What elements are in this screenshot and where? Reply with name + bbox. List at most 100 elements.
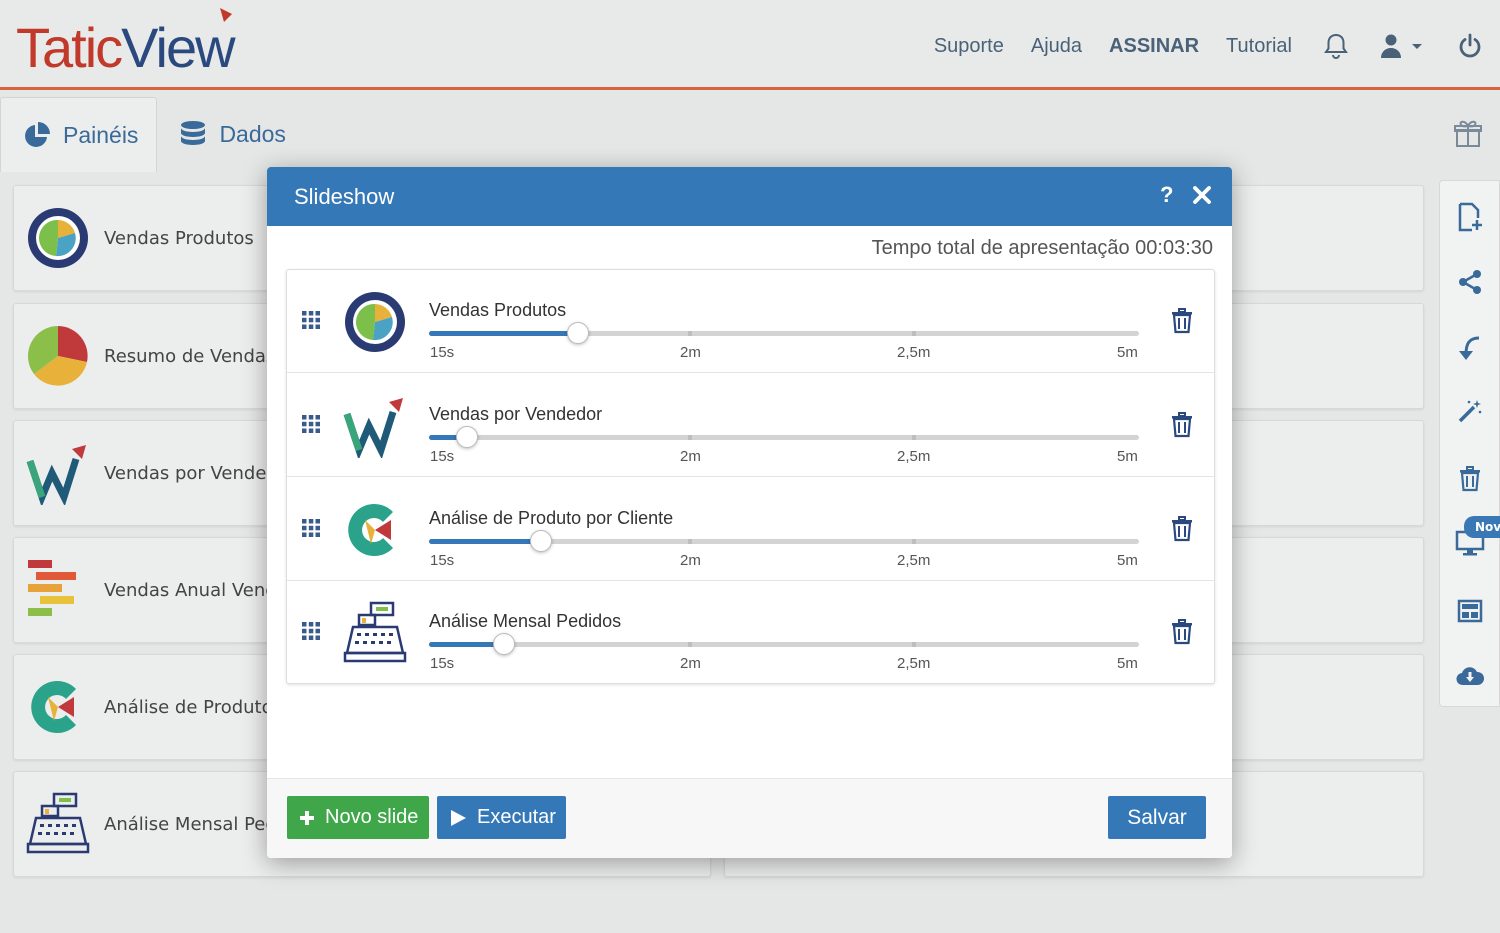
nav-suporte[interactable]: Suporte xyxy=(934,35,1004,58)
new-panel-icon[interactable] xyxy=(1440,197,1500,237)
slideshow-modal: Slideshow ? Tempo total de apresentação … xyxy=(267,167,1232,858)
analise-produto-icon xyxy=(31,681,76,733)
slider-thumb[interactable] xyxy=(456,426,478,448)
run-button[interactable]: Executar xyxy=(437,796,566,839)
card-label: Análise de Produto p xyxy=(104,696,290,718)
slider-tick xyxy=(688,642,692,647)
duration-slider[interactable] xyxy=(429,633,1139,655)
right-toolbar xyxy=(1439,180,1500,707)
plus-icon xyxy=(300,810,314,825)
tab-paineis[interactable]: Painéis xyxy=(0,97,158,172)
scale-label: 2,5m xyxy=(897,552,931,569)
delete-slide-icon[interactable] xyxy=(1171,619,1193,649)
scale-label: 15s xyxy=(430,655,455,672)
duration-slider[interactable] xyxy=(429,530,1139,552)
vendas-produtos-icon xyxy=(345,292,405,352)
nav-ajuda[interactable]: Ajuda xyxy=(1031,35,1082,58)
drag-handle-icon[interactable] xyxy=(301,310,321,334)
scale-label: 5m xyxy=(1117,552,1138,569)
scale-label: 15s xyxy=(430,552,455,569)
slide-title: Vendas por Vendedor xyxy=(429,404,603,424)
slider-thumb[interactable] xyxy=(493,633,515,655)
duration-slider[interactable] xyxy=(429,322,1139,344)
new-slide-label: Novo slide xyxy=(325,806,419,828)
undo-icon[interactable] xyxy=(1440,328,1500,368)
modal-footer: Novo slide Executar Salvar xyxy=(267,778,1232,858)
top-nav: Suporte Ajuda ASSINAR Tutorial xyxy=(907,26,1484,66)
close-icon[interactable] xyxy=(1192,185,1212,209)
slider-tick xyxy=(912,331,916,336)
modal-header: Slideshow ? xyxy=(267,167,1232,226)
share-icon[interactable] xyxy=(1440,262,1500,302)
run-label: Executar xyxy=(477,806,556,828)
scale-label: 5m xyxy=(1117,655,1138,672)
app-header: Tatic View Suporte Ajuda ASSINAR Tutoria… xyxy=(0,0,1500,90)
vendas-anual-icon xyxy=(28,560,76,616)
new-slide-button[interactable]: Novo slide xyxy=(287,796,429,839)
power-icon[interactable] xyxy=(1456,32,1484,60)
slide-row: Vendas por Vendedor 15s 2m 2,5m 5m xyxy=(287,374,1214,477)
vendas-vendedor-icon xyxy=(343,398,403,458)
scale-label: 2m xyxy=(680,552,701,569)
tab-dados-label: Dados xyxy=(219,121,286,147)
tab-dados[interactable]: Dados xyxy=(157,97,303,172)
main-tabs: Painéis Dados xyxy=(0,97,304,172)
cash-register-icon xyxy=(343,601,407,663)
new-feature-badge: Nov xyxy=(1464,516,1500,538)
slider-thumb[interactable] xyxy=(530,530,552,552)
scale-label: 15s xyxy=(430,344,455,361)
duration-slider[interactable] xyxy=(429,426,1139,448)
bell-icon[interactable] xyxy=(1322,32,1350,60)
magic-wand-icon[interactable] xyxy=(1440,391,1500,431)
database-icon xyxy=(181,120,206,145)
scale-label: 15s xyxy=(430,448,455,465)
taticview-logo[interactable]: Tatic View xyxy=(16,8,236,79)
card-label: Vendas Anual Vende xyxy=(104,579,288,601)
nav-assinar[interactable]: ASSINAR xyxy=(1109,35,1199,58)
scale-label: 2,5m xyxy=(897,448,931,465)
scale-label: 5m xyxy=(1117,344,1138,361)
cash-register-icon xyxy=(26,792,90,854)
delete-slide-icon[interactable] xyxy=(1171,412,1193,442)
slide-title: Vendas Produtos xyxy=(429,300,567,320)
slider-tick xyxy=(688,539,692,544)
delete-slide-icon[interactable] xyxy=(1171,308,1193,338)
slider-fill xyxy=(429,331,578,336)
total-time-label: Tempo total de apresentação 00:03:30 xyxy=(871,237,1213,259)
drag-handle-icon[interactable] xyxy=(301,518,321,542)
slider-thumb[interactable] xyxy=(567,322,589,344)
slide-title: Análise de Produto por Cliente xyxy=(429,508,674,528)
pie-chart-icon xyxy=(25,122,50,147)
trash-icon[interactable] xyxy=(1440,459,1500,499)
play-icon xyxy=(451,809,466,826)
slide-row: Análise de Produto por Cliente 15s 2m 2,… xyxy=(287,478,1214,581)
save-button[interactable]: Salvar xyxy=(1108,796,1206,839)
help-button[interactable]: ? xyxy=(1160,182,1173,208)
card-label: Vendas Produtos xyxy=(104,227,254,249)
scale-label: 2m xyxy=(680,655,701,672)
scale-label: 2,5m xyxy=(897,344,931,361)
slider-fill xyxy=(429,539,541,544)
drag-handle-icon[interactable] xyxy=(301,414,321,438)
slider-tick xyxy=(688,435,692,440)
slider-tick xyxy=(912,642,916,647)
slider-tick xyxy=(912,435,916,440)
tab-paineis-label: Painéis xyxy=(63,121,139,148)
delete-slide-icon[interactable] xyxy=(1171,516,1193,546)
nav-tutorial[interactable]: Tutorial xyxy=(1226,35,1292,58)
layout-icon[interactable] xyxy=(1440,591,1500,631)
drag-handle-icon[interactable] xyxy=(301,621,321,645)
scale-label: 2,5m xyxy=(897,655,931,672)
slide-row: Análise Mensal Pedidos 15s 2m 2,5m 5m xyxy=(287,581,1214,684)
modal-title: Slideshow xyxy=(294,184,395,209)
cloud-download-icon[interactable] xyxy=(1440,657,1500,697)
vendas-vendedor-icon xyxy=(26,445,86,505)
scale-label: 2m xyxy=(680,344,701,361)
logo-tatic: Tatic xyxy=(16,16,123,79)
card-label: Análise Mensal Pedid xyxy=(104,813,294,835)
slide-row: Vendas Produtos 15s 2m 2,5m 5m xyxy=(287,270,1214,373)
logo-arrow-icon xyxy=(219,8,232,22)
gift-icon[interactable] xyxy=(1454,118,1482,152)
user-menu-icon[interactable] xyxy=(1380,32,1426,60)
card-label: Vendas por Vendedo xyxy=(104,462,289,484)
